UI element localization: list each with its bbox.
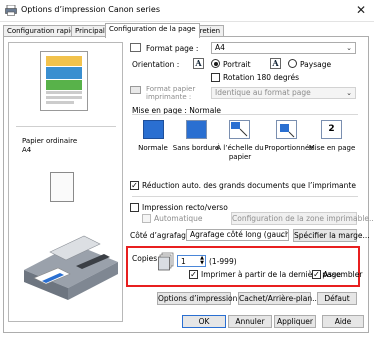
- tab-bar: Configuration rapide Principal Configura…: [0, 22, 374, 38]
- landscape-radio[interactable]: [288, 59, 297, 68]
- copies-range: (1-999): [209, 257, 237, 266]
- page-size-label: Format page :: [146, 44, 199, 53]
- duplex-label: Impression recto/verso: [142, 203, 228, 212]
- paper-icon: [50, 172, 74, 202]
- reduce-checkbox[interactable]: ✓: [130, 181, 139, 190]
- spin-arrows-icon[interactable]: ▲ ▼: [200, 256, 204, 266]
- printer-icon: [5, 4, 17, 16]
- layout-fit-to-page-icon[interactable]: [229, 120, 250, 139]
- layout-scaled-icon[interactable]: [276, 120, 297, 139]
- printer-paper-select[interactable]: Identique au format page ⌄: [211, 87, 356, 99]
- collate-label: Assembler: [323, 270, 363, 279]
- chevron-down-icon: ⌄: [279, 231, 285, 239]
- reverse-order-checkbox[interactable]: ✓: [189, 270, 198, 279]
- portrait-radio[interactable]: [211, 59, 220, 68]
- page-size-value: A4: [215, 43, 225, 52]
- rotate-label: Rotation 180 degrés: [223, 73, 300, 82]
- chevron-down-icon: ⌄: [346, 44, 352, 52]
- chevron-down-icon: ⌄: [346, 89, 352, 97]
- print-options-button[interactable]: Options d’impression...: [157, 292, 245, 305]
- divider: [132, 196, 358, 197]
- page-size-icon: [130, 43, 141, 52]
- tab-page-setup[interactable]: Configuration de la page: [105, 23, 200, 38]
- close-icon[interactable]: ✕: [352, 2, 370, 18]
- staple-value: Agrafage côté long (gauche): [190, 230, 289, 239]
- printer-paper-value: Identique au format page: [215, 88, 311, 97]
- apply-button[interactable]: Appliquer: [274, 315, 316, 328]
- paper-size: A4: [22, 146, 32, 154]
- copies-icon: [158, 252, 175, 272]
- copies-spinbox[interactable]: 1 ▲ ▼: [177, 255, 206, 267]
- page-preview: [40, 51, 88, 111]
- ok-button[interactable]: OK: [182, 315, 226, 328]
- reduce-label: Réduction auto. des grands documents que…: [142, 181, 357, 190]
- landscape-icon: A: [270, 58, 281, 69]
- layout-page-layout-icon[interactable]: 2: [321, 120, 342, 139]
- auto-duplex-label: Automatique: [154, 214, 203, 223]
- orientation-label: Orientation :: [132, 60, 180, 69]
- portrait-icon: A: [193, 58, 204, 69]
- rotate-checkbox[interactable]: [211, 73, 220, 82]
- divider: [16, 126, 116, 127]
- collate-checkbox[interactable]: ✓: [312, 270, 321, 279]
- paper-type-info: Papier ordinaire A4: [22, 137, 77, 155]
- printer-illustration: [14, 226, 124, 304]
- page-size-select[interactable]: A4 ⌄: [211, 42, 356, 54]
- cancel-button[interactable]: Annuler: [228, 315, 272, 328]
- window-title: Options d’impression Canon series: [21, 5, 160, 14]
- title-bar: Options d’impression Canon series ✕: [0, 0, 374, 22]
- landscape-label: Paysage: [300, 60, 332, 69]
- specify-margin-button[interactable]: Spécifier la marge...: [293, 229, 370, 242]
- auto-duplex-checkbox[interactable]: [142, 214, 151, 223]
- duplex-checkbox[interactable]: [130, 203, 139, 212]
- layout-fit-label: À l’échelle du papier: [216, 144, 264, 161]
- paper-type: Papier ordinaire: [22, 137, 78, 145]
- layout-borderless-icon[interactable]: [186, 120, 207, 139]
- stamp-background-button[interactable]: Cachet/Arrière-plan...: [238, 292, 319, 305]
- print-area-setup-button[interactable]: Configuration de la zone imprimable...: [231, 212, 374, 225]
- portrait-label: Portrait: [223, 60, 251, 69]
- layout-page-layout-label: Mise en page: [308, 144, 356, 152]
- printer-paper-icon: [130, 86, 141, 94]
- layout-normal-icon[interactable]: [143, 120, 164, 139]
- divider: [132, 114, 358, 115]
- help-button[interactable]: Aide: [322, 315, 364, 328]
- defaults-button[interactable]: Défaut: [317, 292, 357, 305]
- printer-paper-label: Format papier imprimante :: [146, 85, 196, 101]
- copies-value: 1: [181, 257, 186, 266]
- staple-select[interactable]: Agrafage côté long (gauche) ⌄: [186, 229, 289, 241]
